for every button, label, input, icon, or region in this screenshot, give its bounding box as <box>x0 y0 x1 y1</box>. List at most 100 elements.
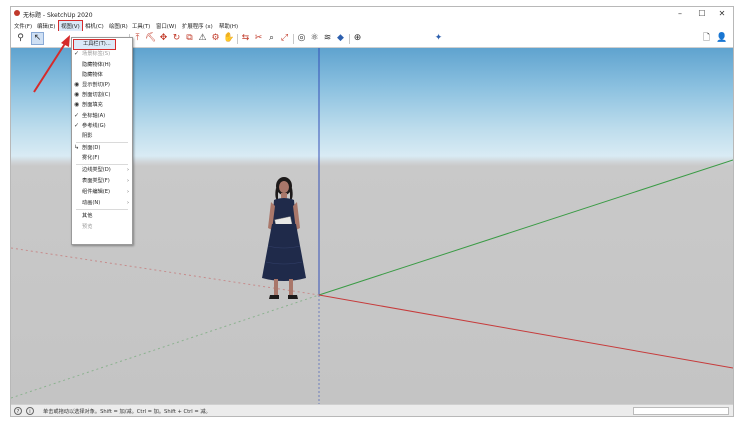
chevron-right-icon: › <box>127 189 129 195</box>
menu-item-section-planes[interactable]: ◉ 显示剖切(P) <box>72 81 132 89</box>
red-axis <box>318 294 733 369</box>
radio-icon: ◉ <box>74 101 80 108</box>
paint-bucket-icon[interactable]: ⛏ <box>145 33 156 44</box>
menu-item-label: 预览 <box>82 224 93 230</box>
menu-item-shadows[interactable]: 阴影 <box>72 132 132 140</box>
menu-item-label: 隐藏物体(H) <box>82 62 111 68</box>
menu-item-face-style[interactable]: 表面类型(F) › <box>72 177 132 185</box>
screenshot-frame: 无标题 - SketchUp 2020 – ☐ ✕ 文件(F) 编辑(E) 视图… <box>0 0 744 425</box>
green-axis <box>318 159 733 296</box>
menu-item-fog[interactable]: 雾化(F) <box>72 154 132 162</box>
select-arrow-icon[interactable]: ↖ <box>31 32 44 45</box>
menu-item-label: 显示剖切(P) <box>82 82 110 88</box>
maximize-button[interactable]: ☐ <box>693 8 711 19</box>
toolbar-separator <box>293 34 294 44</box>
menu-item-hidden-objects[interactable]: 隐藏物体 <box>72 71 132 79</box>
menu-item-other[interactable]: 其他 <box>72 212 132 220</box>
scale-icon[interactable]: ⧉ <box>184 33 195 44</box>
rotate-icon[interactable]: ↻ <box>171 33 182 44</box>
extension-icon[interactable]: ⚛ <box>309 33 320 44</box>
menu-item-label: 动画(N) <box>82 200 101 206</box>
menu-item-edge-style[interactable]: 边线类型(D) › <box>72 166 132 174</box>
menu-item-preview[interactable]: 预览 <box>72 223 132 231</box>
person-figure[interactable] <box>254 176 312 304</box>
menu-item-animation[interactable]: 动画(N) › <box>72 199 132 207</box>
menu-item-guides[interactable]: ✓ 参考线(G) <box>72 122 132 130</box>
check-icon: ✓ <box>74 122 80 129</box>
info-icon[interactable]: i <box>26 407 34 415</box>
warehouse-icon[interactable]: ◎ <box>296 33 307 44</box>
orbit-icon[interactable]: ⚙ <box>210 33 221 44</box>
menu-item-label: 其他 <box>82 213 93 219</box>
zoom-extents-icon[interactable]: ⤢ <box>279 33 290 44</box>
radio-icon: ◉ <box>74 91 80 98</box>
menu-item-axes[interactable]: ✓ 坐标轴(A) <box>72 112 132 120</box>
toolbar-separator <box>237 34 238 44</box>
new-document-icon[interactable]: 🗋 <box>701 33 712 44</box>
menu-item-scene-tabs[interactable]: ✓ 场景标签(S) <box>72 50 132 58</box>
menu-edit[interactable]: 编辑(E) <box>37 22 55 30</box>
radio-icon: ◉ <box>74 81 80 88</box>
menu-item-hidden-geometry[interactable]: 隐藏物体(H) <box>72 61 132 69</box>
menu-item-section-cuts[interactable]: ◉ 剖面切割(C) <box>72 91 132 99</box>
sub-icon: ↳ <box>74 144 80 151</box>
components-icon[interactable]: ◆ <box>335 33 346 44</box>
menu-item-label: 参考线(G) <box>82 123 106 129</box>
status-hint: 单击或拖动以选择对象。Shift = 加/减。Ctrl = 加。Shift + … <box>43 409 211 415</box>
check-icon: ✓ <box>74 112 80 119</box>
warning-icon[interactable]: ⚠ <box>197 33 208 44</box>
menu-item-label: 组件编辑(E) <box>82 189 111 195</box>
menu-separator <box>76 164 128 165</box>
settings-icon[interactable]: ⊕ <box>352 33 363 44</box>
zoom-icon[interactable]: ⌕ <box>266 33 277 44</box>
push-pull-icon[interactable]: ⤒ <box>132 33 143 44</box>
menu-item-label: 坐标轴(A) <box>82 113 106 119</box>
menu-item-label: 剖面(D) <box>82 145 101 151</box>
help-icon[interactable]: ? <box>14 407 22 415</box>
chevron-right-icon: › <box>127 200 129 206</box>
menu-item-label: 场景标签(S) <box>82 51 111 57</box>
layers-icon[interactable]: ≋ <box>322 33 333 44</box>
minimize-button[interactable]: – <box>671 8 689 19</box>
sparkle-icon[interactable]: ✦ <box>433 33 444 44</box>
menu-separator <box>76 209 128 210</box>
user-icon[interactable]: 👤 <box>716 33 727 44</box>
menu-help[interactable]: 帮助(H) <box>219 22 238 30</box>
window-title: 无标题 - SketchUp 2020 <box>23 12 93 19</box>
menu-item-component-edit[interactable]: 组件编辑(E) › <box>72 188 132 196</box>
menu-item-label: 隐藏物体 <box>82 72 103 78</box>
menu-window[interactable]: 窗口(W) <box>156 22 176 30</box>
sketchup-logo-icon <box>14 10 20 16</box>
view-menu-dropdown: 工具栏(T)... ✓ 场景标签(S) 隐藏物体(H) 隐藏物体 ◉ 显示剖切(… <box>71 37 133 245</box>
menu-item-label: 阴影 <box>82 133 93 139</box>
menu-item-label: 工具栏(T)... <box>83 41 111 47</box>
menu-item-label: 剖面填充 <box>82 102 103 108</box>
menu-item-label: 表面类型(F) <box>82 178 110 184</box>
chevron-right-icon: › <box>127 178 129 184</box>
close-button[interactable]: ✕ <box>713 8 731 19</box>
title-bar: 无标题 - SketchUp 2020 – ☐ ✕ <box>11 7 733 20</box>
section-icon[interactable]: ⇆ <box>240 33 251 44</box>
sketchup-window: 无标题 - SketchUp 2020 – ☐ ✕ 文件(F) 编辑(E) 视图… <box>10 6 734 417</box>
menu-camera[interactable]: 相机(C) <box>85 22 104 30</box>
tape-icon[interactable]: ✂ <box>253 33 264 44</box>
move-icon[interactable]: ✥ <box>158 33 169 44</box>
measurements-box[interactable] <box>633 407 729 415</box>
menu-item-section[interactable]: ↳ 剖面(D) <box>72 144 132 152</box>
menu-extensions[interactable]: 扩展程序 (x) <box>182 22 213 30</box>
menu-bar: 文件(F) 编辑(E) 视图(V) 相机(C) 绘图(R) 工具(T) 窗口(W… <box>11 20 733 32</box>
status-bar: ? i 单击或拖动以选择对象。Shift = 加/减。Ctrl = 加。Shif… <box>11 404 733 416</box>
search-icon[interactable]: ⚲ <box>15 33 26 44</box>
green-axis-negative <box>11 294 320 399</box>
menu-item-label: 雾化(F) <box>82 155 100 161</box>
menu-item-section-fill[interactable]: ◉ 剖面填充 <box>72 101 132 109</box>
menu-draw[interactable]: 绘图(R) <box>109 22 128 30</box>
pan-icon[interactable]: ✋ <box>223 33 234 44</box>
menu-item-toolbars[interactable]: 工具栏(T)... <box>73 39 116 50</box>
toolbar-separator <box>349 34 350 44</box>
menu-item-label: 剖面切割(C) <box>82 92 111 98</box>
menu-separator <box>76 142 128 143</box>
menu-tools[interactable]: 工具(T) <box>132 22 150 30</box>
menu-item-label: 边线类型(D) <box>82 167 111 173</box>
menu-file[interactable]: 文件(F) <box>14 22 32 30</box>
